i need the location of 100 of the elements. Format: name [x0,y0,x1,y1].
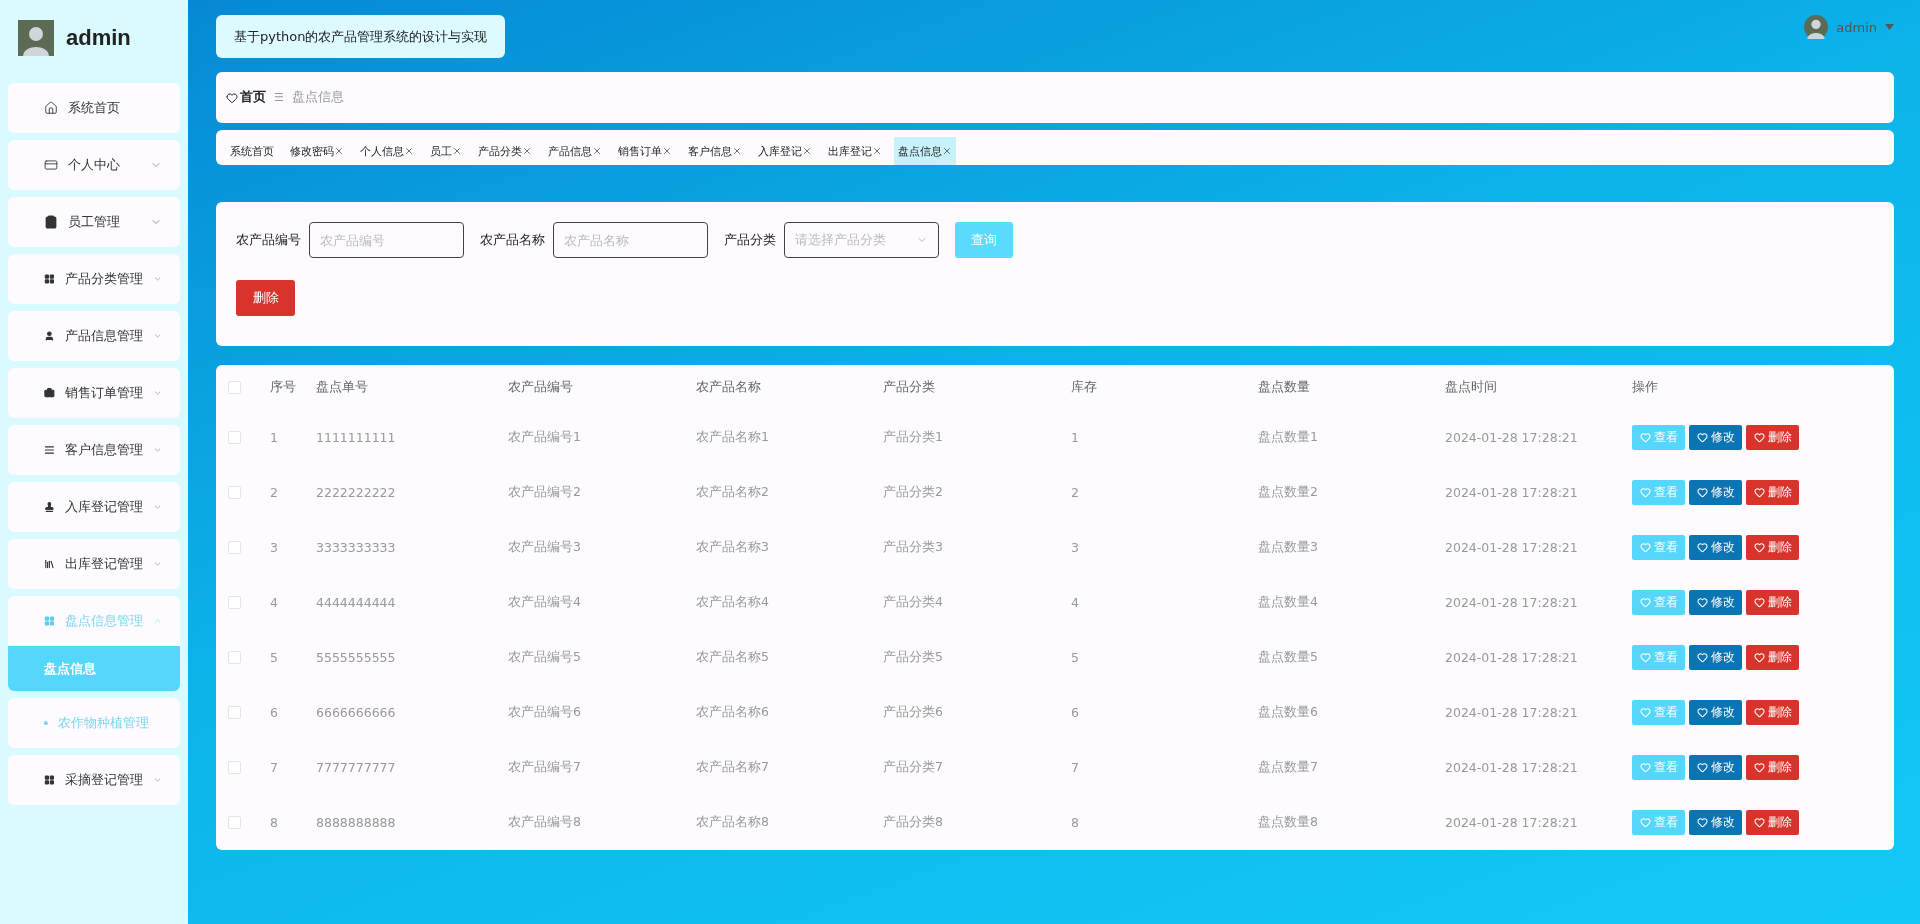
action-button[interactable]: 修改 [1689,810,1742,835]
menu-item[interactable]: 出库登记管理 [8,539,180,589]
heart-icon [1639,487,1651,498]
grid-icon [44,272,55,286]
table-cell-text: 产品分类5 [883,649,944,666]
action-button[interactable]: 修改 [1689,590,1742,615]
table-cell-text: 农产品名称6 [696,704,770,721]
row-checkbox[interactable] [228,816,241,829]
action-button[interactable]: 修改 [1689,700,1742,725]
action-button[interactable]: 删除 [1746,700,1799,725]
action-button[interactable]: 删除 [1746,645,1799,670]
column-header: 农产品编号 [508,379,574,396]
action-button[interactable]: 删除 [1746,755,1799,780]
menu-item[interactable]: 系统首页 [8,83,180,133]
action-button[interactable]: 删除 [1746,425,1799,450]
column-header: 盘点单号 [316,379,369,396]
table-cell-text: 产品分类1 [883,429,944,446]
table-cell-text: 2024-01-28 17:28:21 [1445,705,1579,720]
close-icon[interactable] [942,146,952,156]
menu-item[interactable]: 采摘登记管理 [8,755,180,805]
row-checkbox[interactable] [228,651,241,664]
table-cell-text: 产品分类4 [883,594,944,611]
tab[interactable]: 个人信息 [356,137,418,165]
table-cell-text: 2024-01-28 17:28:21 [1445,595,1579,610]
row-checkbox[interactable] [228,706,241,719]
action-button[interactable]: 删除 [1746,535,1799,560]
table-cell-text: 2 [1071,485,1080,500]
table-cell-text: 4 [1071,595,1080,610]
action-button[interactable]: 删除 [1746,480,1799,505]
table-cell-text: 产品分类8 [883,814,944,831]
user-avatar [18,19,54,56]
tab[interactable]: 客户信息 [684,137,746,165]
table-cell-text: 5555555555 [316,650,397,665]
select-all-checkbox[interactable] [228,381,241,394]
heart-icon [1696,542,1708,553]
close-icon[interactable] [334,146,344,156]
close-icon[interactable] [662,146,672,156]
grid-icon [44,614,55,628]
table-cell-text: 农产品编号2 [508,484,582,501]
column-header: 农产品名称 [696,379,762,396]
table-cell-text: 8 [270,815,279,830]
menu-item[interactable]: 销售订单管理 [8,368,180,418]
breadcrumb-home[interactable]: 首页 [226,89,266,106]
menu-item[interactable]: 个人中心 [8,140,180,190]
search-field[interactable]: 农产品编号 [309,222,464,258]
tab[interactable]: 员工 [426,137,466,165]
tab[interactable]: 产品信息 [544,137,606,165]
tab[interactable]: 出库登记 [824,137,886,165]
row-checkbox[interactable] [228,541,241,554]
delete-button[interactable]: 删除 [236,280,295,316]
row-checkbox[interactable] [228,596,241,609]
close-icon[interactable] [452,146,462,156]
heart-icon [1639,817,1651,828]
user-name: admin [66,24,131,51]
action-button[interactable]: 修改 [1689,535,1742,560]
close-icon[interactable] [802,146,812,156]
table-cell-text: 盘点数量5 [1258,649,1319,666]
tab[interactable]: 盘点信息 [894,137,956,165]
tab[interactable]: 入库登记 [754,137,816,165]
table-cell-text: 盘点数量6 [1258,704,1319,721]
close-icon[interactable] [592,146,602,156]
tab[interactable]: 销售订单 [614,137,676,165]
menu-item[interactable]: 客户信息管理 [8,425,180,475]
menu-item[interactable]: 产品信息管理 [8,311,180,361]
tab[interactable]: 系统首页 [226,137,278,165]
table-cell-text: 产品分类6 [883,704,944,721]
filter-label: 农产品名称 [480,231,545,249]
table-cell-text: 盘点数量8 [1258,814,1319,831]
heart-icon [1753,597,1765,608]
menu-item[interactable]: 产品分类管理 [8,254,180,304]
close-icon[interactable] [404,146,414,156]
table-cell-text: 8 [1071,815,1080,830]
row-checkbox[interactable] [228,431,241,444]
table-cell-text: 2024-01-28 17:28:21 [1445,760,1579,775]
close-icon[interactable] [732,146,742,156]
row-checkbox[interactable] [228,486,241,499]
action-button[interactable]: 删除 [1746,810,1799,835]
tab[interactable]: 产品分类 [474,137,536,165]
header-avatar [1804,15,1829,39]
breadcrumb-current: 盘点信息 [291,89,344,106]
action-button[interactable]: 修改 [1689,480,1742,505]
action-button[interactable]: 修改 [1689,755,1742,780]
header-user-name[interactable]: admin [1836,19,1877,35]
close-icon[interactable] [872,146,882,156]
action-button[interactable]: 修改 [1689,645,1742,670]
heart-icon [1639,762,1651,773]
tab[interactable]: 修改密码 [286,137,348,165]
table-cell-text: 产品分类3 [883,539,944,556]
table-cell-text: 农产品编号3 [508,539,582,556]
menu-item[interactable]: 员工管理 [8,197,180,247]
action-button[interactable]: 修改 [1689,425,1742,450]
search-field[interactable]: 农产品名称 [553,222,708,258]
table-cell-text: 2024-01-28 17:28:21 [1445,650,1579,665]
table-cell-text: 1 [1071,430,1080,445]
close-icon[interactable] [522,146,532,156]
menu-item[interactable]: 入库登记管理 [8,482,180,532]
action-button[interactable]: 删除 [1746,590,1799,615]
heart-icon [1753,487,1765,498]
row-checkbox[interactable] [228,761,241,774]
table-cell-text: 农产品编号4 [508,594,582,611]
